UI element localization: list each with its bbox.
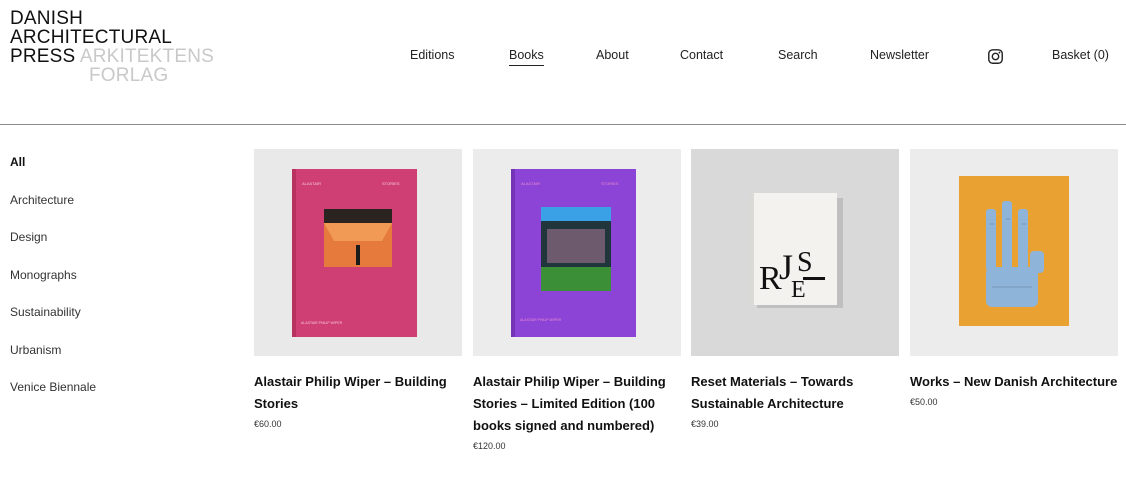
nav-contact[interactable]: Contact <box>680 48 723 62</box>
product-title[interactable]: Alastair Philip Wiper – Building Stories <box>254 371 462 415</box>
category-sustainability[interactable]: Sustainability <box>10 305 96 343</box>
product-card[interactable]: ALASTAIR STORIES ALASTAIR PHILIP WIPER A… <box>473 149 681 451</box>
site-logo[interactable]: DANISH ARCHITECTURAL PRESS ARKITEKTENS F… <box>10 9 214 85</box>
nav-about[interactable]: About <box>596 48 629 62</box>
basket-link[interactable]: Basket (0) <box>1052 48 1109 62</box>
product-price: €39.00 <box>691 419 719 429</box>
instagram-icon[interactable] <box>987 48 1004 65</box>
nav-books[interactable]: Books <box>509 48 544 66</box>
product-image[interactable]: ALASTAIR STORIES ALASTAIR PHILIP WIPER <box>254 149 462 356</box>
product-price: €50.00 <box>910 397 938 407</box>
header-divider <box>0 124 1126 125</box>
product-image[interactable] <box>910 149 1118 356</box>
svg-text:ALASTAIR: ALASTAIR <box>521 181 540 186</box>
category-urbanism[interactable]: Urbanism <box>10 343 96 381</box>
nav-newsletter[interactable]: Newsletter <box>870 48 929 62</box>
product-price: €120.00 <box>473 441 506 451</box>
product-image[interactable]: ALASTAIR STORIES ALASTAIR PHILIP WIPER <box>473 149 681 356</box>
nav-editions[interactable]: Editions <box>410 48 454 62</box>
product-card[interactable]: R J S E Reset Materials – Towards Sustai… <box>691 149 899 429</box>
logo-forlag: FORLAG <box>89 65 169 86</box>
svg-text:STORIES: STORIES <box>382 181 400 186</box>
product-card[interactable]: ALASTAIR STORIES ALASTAIR PHILIP WIPER A… <box>254 149 462 429</box>
svg-text:ALASTAIR PHILIP WIPER: ALASTAIR PHILIP WIPER <box>301 321 343 325</box>
product-title[interactable]: Works – New Danish Architecture <box>910 371 1118 393</box>
category-sidebar: All Architecture Design Monographs Susta… <box>10 155 96 418</box>
category-monographs[interactable]: Monographs <box>10 268 96 306</box>
logo-line-1: DANISH <box>10 8 83 29</box>
book-cover-image <box>959 176 1069 326</box>
product-title[interactable]: Alastair Philip Wiper – Building Stories… <box>473 371 681 437</box>
svg-text:ALASTAIR PHILIP WIPER: ALASTAIR PHILIP WIPER <box>520 318 562 322</box>
svg-text:S: S <box>797 247 813 278</box>
logo-line-2: ARCHITECTURAL <box>10 27 173 48</box>
svg-text:ALASTAIR: ALASTAIR <box>302 181 321 186</box>
category-venice-biennale[interactable]: Venice Biennale <box>10 380 96 418</box>
category-design[interactable]: Design <box>10 230 96 268</box>
product-title[interactable]: Reset Materials – Towards Sustainable Ar… <box>691 371 899 415</box>
book-cover-image: ALASTAIR STORIES ALASTAIR PHILIP WIPER <box>511 169 636 337</box>
svg-text:E: E <box>791 277 806 303</box>
svg-text:STORIES: STORIES <box>601 181 619 186</box>
product-image[interactable]: R J S E <box>691 149 899 356</box>
main-nav: Editions Books About Contact Search News… <box>0 48 1126 68</box>
product-price: €60.00 <box>254 419 282 429</box>
category-architecture[interactable]: Architecture <box>10 193 96 231</box>
category-all[interactable]: All <box>10 155 96 193</box>
book-cover-image: ALASTAIR STORIES ALASTAIR PHILIP WIPER <box>292 169 417 337</box>
nav-search[interactable]: Search <box>778 48 818 62</box>
product-card[interactable]: Works – New Danish Architecture €50.00 <box>910 149 1118 407</box>
book-cover-image: R J S E <box>751 193 843 308</box>
